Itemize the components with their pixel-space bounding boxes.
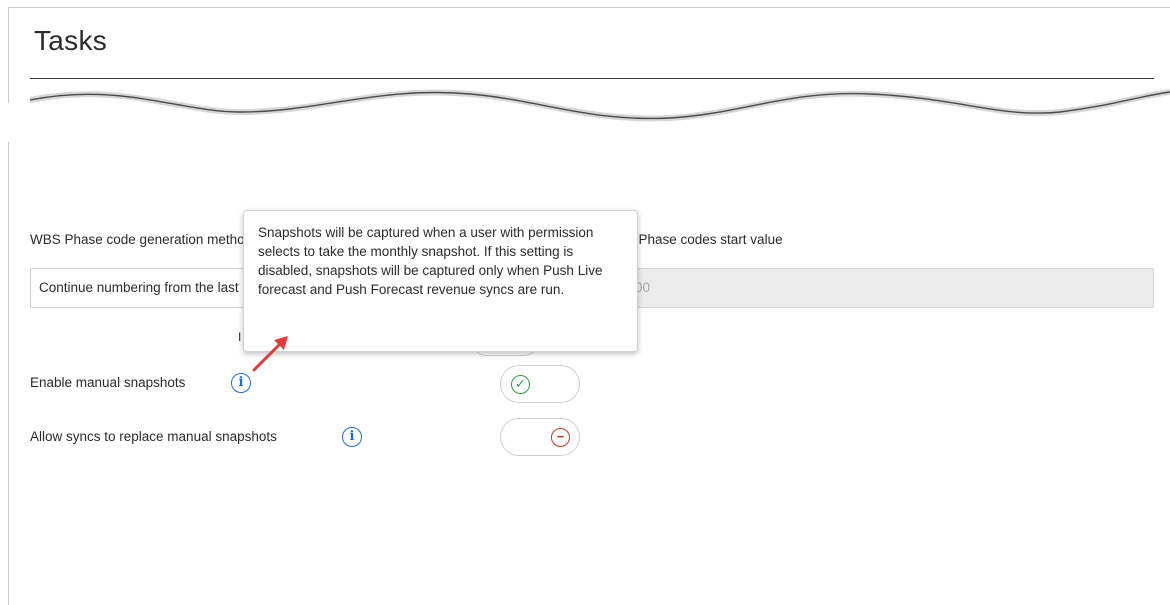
setting-label-enable-manual-snapshots: Enable manual snapshots [30,375,186,390]
wbs-start-input[interactable]: 00 [604,268,1154,308]
annotation-arrow [252,336,288,372]
check-circle-icon: ✓ [511,375,530,394]
wbs-generation-label: WBS Phase code generation method [30,232,253,247]
toggle-enable-manual-snapshots[interactable]: ✓ [500,365,580,403]
toggle-allow-syncs-replace[interactable]: − [500,418,580,456]
info-tooltip: Snapshots will be captured when a user w… [243,210,638,352]
wbs-generation-select[interactable]: Continue numbering from the last existin… [30,268,270,308]
title-divider [30,78,1154,79]
obscured-label-fragment: I [238,330,242,344]
torn-edge-divider [0,89,1170,142]
page-title: Tasks [34,25,108,56]
minus-circle-icon: − [551,428,570,447]
info-icon[interactable]: i [342,427,362,447]
setting-label-allow-syncs-replace: Allow syncs to replace manual snapshots [30,429,277,444]
